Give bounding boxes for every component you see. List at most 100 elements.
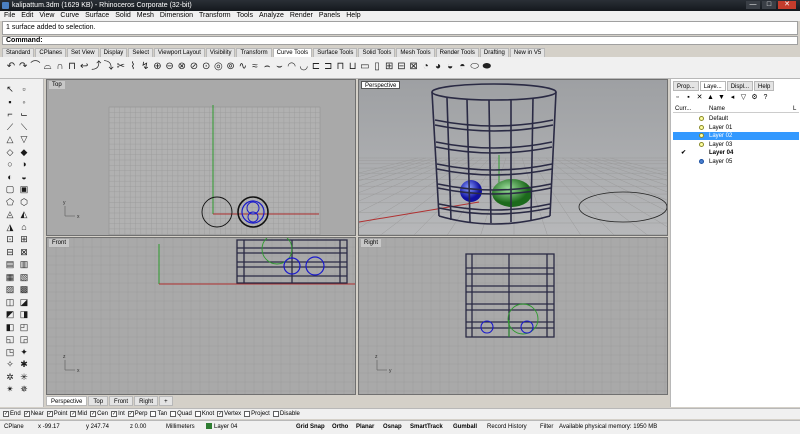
osnap-knot[interactable]: Knot [194,409,214,420]
menu-surface[interactable]: Surface [85,11,109,21]
tool-icon[interactable]: ⊟ [4,246,16,258]
menu-dimension[interactable]: Dimension [160,11,193,21]
record-history-toggle[interactable]: Record History [487,421,527,434]
tool-icon[interactable]: ◧ [4,321,16,333]
tool-icon[interactable]: ◩ [4,308,16,320]
close-button[interactable]: ✕ [778,1,796,9]
tool-icon[interactable]: ◰ [18,321,30,333]
menu-panels[interactable]: Panels [319,11,340,21]
viewport-tab-right[interactable]: Right [134,396,159,406]
osnap-end[interactable]: ✓ End [3,409,21,420]
tool-icon[interactable]: ▨ [4,283,16,295]
viewport-perspective[interactable]: Perspective [358,79,668,236]
tool-icon[interactable]: ▦ [4,271,16,283]
viewport-right-label[interactable]: Right [361,239,382,247]
tool-icon[interactable]: ◒ [18,171,30,183]
menu-analyze[interactable]: Analyze [259,11,284,21]
status-layer[interactable]: Layer 04 [206,421,237,434]
toolbar-tab-mesh-tools[interactable]: Mesh Tools [396,48,435,57]
viewport-right[interactable]: Right z y [358,237,668,395]
viewport-top[interactable]: Top y x [46,79,356,236]
checkbox[interactable]: ✓ [23,411,30,417]
osnap-quad[interactable]: Quad [170,409,192,420]
tool-icon[interactable]: ▪ [4,96,16,108]
viewport-top-label[interactable]: Top [49,81,65,89]
tool-icon[interactable]: ▽ [18,133,30,145]
column-lock[interactable]: L [793,105,796,113]
toolbar-tab-select[interactable]: Select [128,48,153,57]
tool-icon[interactable]: ▥ [18,258,30,270]
tool-icon[interactable]: ◭ [18,208,30,220]
checkbox[interactable]: ✓ [217,411,224,417]
move-down-icon[interactable]: ▼ [717,93,726,102]
layer-row[interactable]: Layer 05 [673,158,799,166]
tool-icon[interactable]: ▣ [18,183,30,195]
new-sublayer-icon[interactable]: ▪ [684,93,693,102]
checkbox[interactable]: ✓ [90,411,97,417]
osnap-cen[interactable]: ✓ Cen [90,409,108,420]
lightbulb-icon[interactable] [699,141,704,147]
toolbar-tab-cplanes[interactable]: CPlanes [35,48,67,57]
command-line[interactable]: Command: [2,36,798,45]
tool-icon[interactable]: ◑ [18,158,30,170]
checkbox[interactable] [272,411,279,417]
tool-icon[interactable]: ◐ [4,171,16,183]
osnap-toggle[interactable]: Osnap [383,421,402,434]
tool-icon[interactable]: ◬ [4,208,16,220]
new-layer-icon[interactable]: ▫ [673,93,682,102]
tool-icon[interactable]: ◮ [4,221,16,233]
checkbox[interactable] [170,411,177,417]
tool-icon[interactable]: ⊡ [4,233,16,245]
checkbox[interactable]: ✓ [127,411,134,417]
menu-file[interactable]: File [4,11,15,21]
tool-icon[interactable]: ✵ [18,383,30,395]
osnap-point[interactable]: ✓ Point [46,409,67,420]
layer-tools-icon[interactable]: ⚙ [750,93,759,102]
tool-icon[interactable]: ⟍ [18,121,30,133]
toolbar-tab-curve-tools[interactable]: Curve Tools [272,48,313,57]
menu-solid[interactable]: Solid [115,11,131,21]
layer-row[interactable]: Default [673,115,799,123]
checkbox[interactable]: ✓ [70,411,77,417]
osnap-vertex[interactable]: ✓ Vertex [217,409,241,420]
tool-icon[interactable]: ▩ [18,283,30,295]
osnap-project[interactable]: Project [244,409,270,420]
tool-icon[interactable]: ✴ [4,383,16,395]
osnap-disable[interactable]: Disable [272,409,300,420]
toolbar-tab-solid-tools[interactable]: Solid Tools [358,48,396,57]
tool-icon[interactable]: ▫ [18,83,30,95]
menu-curve[interactable]: Curve [60,11,79,21]
menu-render[interactable]: Render [290,11,313,21]
delete-layer-icon[interactable]: ✕ [695,93,704,102]
tool-icon[interactable]: ⊠ [18,246,30,258]
tool-icon[interactable]: ◱ [4,333,16,345]
panel-tab-displ[interactable]: Displ... [726,81,754,91]
tool-icon[interactable]: ✦ [18,346,30,358]
tool-icon[interactable]: ✧ [4,358,16,370]
smarttrack-toggle[interactable]: SmartTrack [410,421,443,434]
toolbar-tab-visibility[interactable]: Visibility [205,48,236,57]
tool-icon[interactable]: ⟋ [4,121,16,133]
move-to-parent-icon[interactable]: ◂ [728,93,737,102]
tool-icon[interactable]: ⊞ [18,233,30,245]
layer-row[interactable]: Layer 01 [673,124,799,132]
tool-icon[interactable]: ◨ [18,308,30,320]
layer-row[interactable]: Layer 02 [673,132,799,140]
tool-icon[interactable]: ⬠ [4,196,16,208]
tool-icon[interactable]: ✳ [18,371,30,383]
layer-row[interactable]: Layer 03 [673,141,799,149]
viewport-tab-top[interactable]: Top [88,396,109,406]
checkbox[interactable]: ✓ [111,411,118,417]
status-units[interactable]: Millimeters [166,421,195,434]
viewport-front[interactable]: Front z x [46,237,356,395]
osnap-mid[interactable]: ✓ Mid [70,409,87,420]
lightbulb-icon[interactable] [699,133,704,138]
menu-help[interactable]: Help [346,11,360,21]
filter-toggle[interactable]: Filter [540,421,553,434]
toolbar-tab-surface-tools[interactable]: Surface Tools [313,48,358,57]
checkbox[interactable] [194,411,201,417]
tool-icon[interactable]: ⌐ [4,108,16,120]
column-current[interactable]: Curr... [675,105,691,113]
help-icon[interactable]: ? [761,93,770,102]
toolbar-tab-new-in-v5[interactable]: New in V5 [509,48,546,57]
